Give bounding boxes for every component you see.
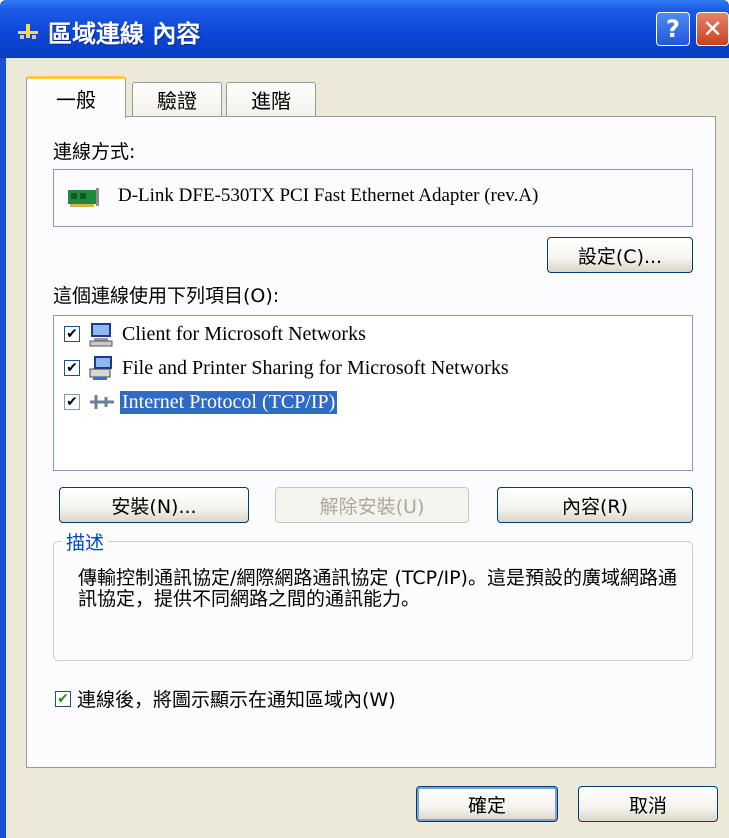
network-adapter-icon — [68, 188, 99, 207]
list-item-file-printer-sharing[interactable]: ✔ File and Printer Sharing for Microsoft… — [64, 354, 511, 382]
properties-button[interactable]: 內容(R) — [497, 487, 693, 523]
tab-advanced[interactable]: 進階 — [226, 82, 316, 116]
adapter-field: D-Link DFE-530TX PCI Fast Ethernet Adapt… — [53, 169, 693, 227]
client-label: Client for Microsoft Networks — [122, 322, 366, 345]
client-checkbox[interactable]: ✔ — [64, 326, 80, 342]
ok-button[interactable]: 確定 — [416, 786, 558, 822]
network-client-icon — [89, 323, 113, 347]
uninstall-button[interactable]: 解除安裝(U) — [275, 487, 469, 523]
title-bar[interactable]: 區域連線 內容 ? ✕ — [0, 0, 729, 58]
connect-using-label: 連線方式: — [53, 141, 136, 163]
list-item-tcpip[interactable]: ✔ Internet Protocol (TCP/IP) — [64, 388, 338, 416]
cancel-button[interactable]: 取消 — [578, 786, 718, 822]
show-icon-checkbox[interactable]: ✔ — [55, 690, 71, 707]
network-connection-icon — [18, 24, 38, 39]
list-item-client[interactable]: ✔ Client for Microsoft Networks — [64, 320, 368, 348]
show-icon-label: 連線後，將圖示顯示在通知區域內(W) — [77, 689, 396, 711]
tab-authentication[interactable]: 驗證 — [132, 82, 222, 116]
help-button[interactable]: ? — [656, 12, 690, 46]
file-printer-sharing-label: File and Printer Sharing for Microsoft N… — [122, 356, 509, 379]
dialog-body: 一般 驗證 進階 連線方式: D-Link DFE-530TX PCI Fast… — [6, 58, 729, 838]
close-button[interactable]: ✕ — [696, 12, 729, 46]
components-label: 這個連線使用下列項目(O): — [53, 285, 280, 307]
file-printer-sharing-icon — [89, 356, 112, 380]
tab-general[interactable]: 一般 — [26, 76, 126, 118]
tcpip-checkbox[interactable]: ✔ — [64, 394, 80, 410]
install-button[interactable]: 安裝(N)... — [59, 487, 249, 523]
description-group: 描述 傳輸控制通訊協定/網際網路通訊協定 (TCP/IP)。這是預設的廣域網路通… — [53, 528, 693, 661]
configure-button[interactable]: 設定(C)... — [547, 237, 693, 273]
show-icon-option[interactable]: ✔ 連線後，將圖示顯示在通知區域內(W) — [55, 685, 396, 712]
tcpip-label: Internet Protocol (TCP/IP) — [120, 390, 338, 414]
description-text: 傳輸控制通訊協定/網際網路通訊協定 (TCP/IP)。這是預設的廣域網路通訊協定… — [78, 567, 677, 610]
description-title: 描述 — [62, 528, 109, 555]
properties-window: 區域連線 內容 ? ✕ 一般 驗證 進階 連線方式: D-Link DFE-53… — [0, 0, 729, 838]
components-list[interactable]: ✔ Client for Microsoft Networks ✔ File a… — [53, 315, 693, 471]
adapter-name: D-Link DFE-530TX PCI Fast Ethernet Adapt… — [118, 185, 539, 206]
window-title: 區域連線 內容 — [48, 20, 201, 48]
file-printer-sharing-checkbox[interactable]: ✔ — [64, 360, 80, 376]
general-tab-panel: 連線方式: D-Link DFE-530TX PCI Fast Ethernet… — [26, 116, 716, 768]
protocol-icon — [90, 395, 114, 409]
